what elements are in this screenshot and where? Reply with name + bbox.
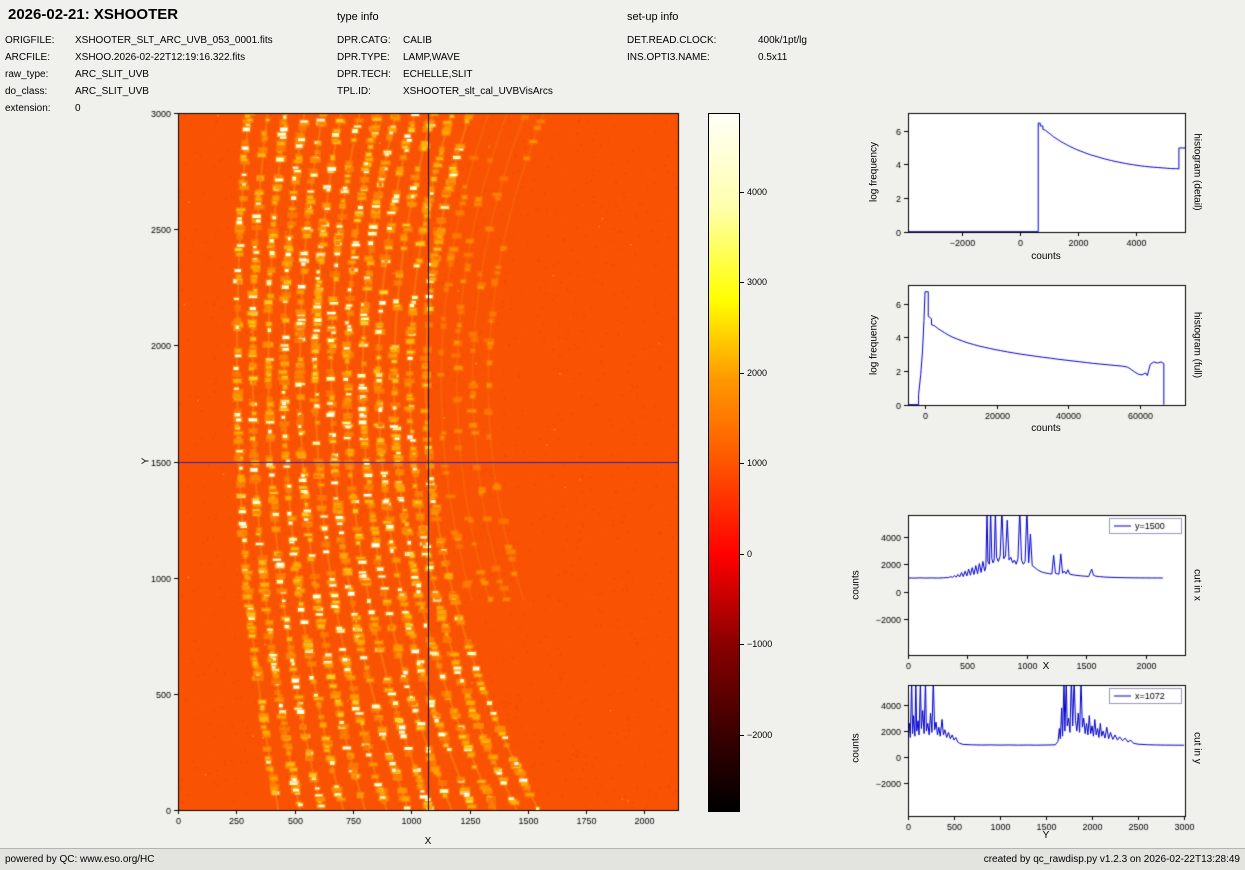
meta-value: XSHOOTER_slt_cal_UVBVisArcs xyxy=(403,86,553,97)
meta-row: DPR.TECH: ECHELLE,SLIT xyxy=(337,66,553,83)
histogram-full-title: histogram (full) xyxy=(1191,311,1203,379)
colorbar-tick-label: 0 xyxy=(747,548,753,559)
footer-bar: powered by QC: www.eso.org/HC created by… xyxy=(0,848,1245,870)
colorbar-tick-label: 2000 xyxy=(747,367,768,378)
colorbar-tick xyxy=(740,553,744,555)
meta-row: ARCFILE: XSHOO.2026-02-22T12:19:16.322.fi… xyxy=(5,49,273,66)
meta-row: INS.OPTI3.NAME: 0.5x11 xyxy=(627,49,807,66)
meta-value: ARC_SLIT_UVB xyxy=(75,86,149,97)
cut-in-x-title: cut in x xyxy=(1191,569,1203,601)
colorbar-tick-label: −1000 xyxy=(747,639,773,650)
histogram-full-plot xyxy=(850,277,1205,437)
meta-value: CALIB xyxy=(403,35,432,46)
histogram-detail-plot xyxy=(850,105,1205,265)
meta-label: extension: xyxy=(5,103,51,114)
meta-value: XSHOOTER_SLT_ARC_UVB_053_0001.fits xyxy=(75,35,273,46)
meta-label: DPR.TYPE: xyxy=(337,52,390,63)
meta-value: ECHELLE,SLIT xyxy=(403,69,473,80)
colorbar-tick xyxy=(740,734,744,736)
footer-left-text: powered by QC: www.eso.org/HC xyxy=(5,854,155,865)
meta-label: ARCFILE: xyxy=(5,52,51,63)
colorbar xyxy=(708,113,740,812)
type-info-block: DPR.CATG: CALIB DPR.TYPE: LAMP,WAVE DPR.TE… xyxy=(337,32,553,100)
histogram-full-ylabel: log frequency xyxy=(868,314,880,376)
histogram-full-xlabel: counts xyxy=(1031,423,1061,434)
cut-in-x-xlabel: X xyxy=(1042,661,1050,672)
meta-value: 0.5x11 xyxy=(758,52,788,63)
meta-row: DPR.TYPE: LAMP,WAVE xyxy=(337,49,553,66)
colorbar-tick xyxy=(740,644,744,646)
colorbar-tick-label: 3000 xyxy=(747,277,768,288)
meta-row: DET.READ.CLOCK: 400k/1pt/lg xyxy=(627,32,807,49)
histogram-detail-title: histogram (detail) xyxy=(1191,133,1203,211)
histogram-detail-xlabel: counts xyxy=(1031,251,1061,262)
meta-value: 0 xyxy=(75,103,81,114)
setup-info-block: DET.READ.CLOCK: 400k/1pt/lg INS.OPTI3.NAM… xyxy=(627,32,807,66)
main-ylabel: Y xyxy=(140,457,152,465)
meta-label: raw_type: xyxy=(5,69,49,80)
cut-in-y-xlabel: Y xyxy=(1042,830,1050,841)
colorbar-tick xyxy=(740,191,744,193)
type-info-heading: type info xyxy=(337,11,379,23)
meta-value: ARC_SLIT_UVB xyxy=(75,69,149,80)
qc-report-page: 2026-02-21: XSHOOTER type info set-up in… xyxy=(0,0,1245,870)
cut-in-x-plot xyxy=(850,507,1205,682)
cut-in-x-ylabel: counts xyxy=(850,570,862,600)
cut-in-y-title: cut in y xyxy=(1191,732,1203,764)
meta-row: raw_type: ARC_SLIT_UVB xyxy=(5,66,273,83)
meta-label: DPR.CATG: xyxy=(337,35,391,46)
meta-value: XSHOO.2026-02-22T12:19:16.322.fits xyxy=(75,52,246,63)
colorbar-tick-label: −2000 xyxy=(747,729,773,740)
meta-label: DET.READ.CLOCK: xyxy=(627,35,717,46)
meta-row: DPR.CATG: CALIB xyxy=(337,32,553,49)
cut-in-y-plot xyxy=(850,677,1205,852)
meta-label: do_class: xyxy=(5,86,48,97)
footer-right-text: created by qc_rawdisp.py v1.2.3 on 2026-… xyxy=(983,854,1240,865)
colorbar-tick-label: 1000 xyxy=(747,458,768,469)
cut-in-y-ylabel: counts xyxy=(850,733,862,763)
meta-row: ORIGFILE: XSHOOTER_SLT_ARC_UVB_053_0001.f… xyxy=(5,32,273,49)
main-image-canvas xyxy=(130,105,700,850)
setup-info-heading: set-up info xyxy=(627,11,679,23)
meta-row: do_class: ARC_SLIT_UVB xyxy=(5,83,273,100)
meta-label: ORIGFILE: xyxy=(5,35,55,46)
colorbar-tick xyxy=(740,282,744,284)
histogram-detail-ylabel: log frequency xyxy=(868,141,880,203)
meta-value: LAMP,WAVE xyxy=(403,52,461,63)
colorbar-tick xyxy=(740,463,744,465)
main-xlabel: X xyxy=(424,836,432,847)
meta-row: TPL.ID: XSHOOTER_slt_cal_UVBVisArcs xyxy=(337,83,553,100)
page-title: 2026-02-21: XSHOOTER xyxy=(8,6,179,23)
colorbar-tick xyxy=(740,372,744,374)
meta-value: 400k/1pt/lg xyxy=(758,35,807,46)
meta-label: TPL.ID: xyxy=(337,86,371,97)
colorbar-tick-label: 4000 xyxy=(747,186,768,197)
meta-label: INS.OPTI3.NAME: xyxy=(627,52,710,63)
meta-label: DPR.TECH: xyxy=(337,69,391,80)
